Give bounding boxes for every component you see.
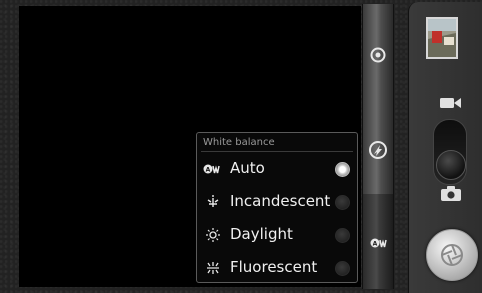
wb-option-daylight[interactable]: Daylight bbox=[197, 220, 357, 250]
shutter-button[interactable] bbox=[426, 229, 478, 281]
flash-mode-button[interactable] bbox=[368, 140, 388, 160]
wb-radio[interactable] bbox=[335, 228, 350, 243]
wb-option-label: Daylight bbox=[230, 225, 293, 243]
incandescent-icon bbox=[203, 195, 223, 209]
fluorescent-icon bbox=[203, 261, 223, 275]
wb-option-fluorescent[interactable]: Fluorescent bbox=[197, 253, 357, 283]
wb-radio[interactable] bbox=[335, 195, 350, 210]
auto-wb-icon: A bbox=[203, 162, 223, 176]
daylight-icon bbox=[203, 228, 223, 242]
popup-title: White balance bbox=[203, 137, 275, 148]
shutter-icon bbox=[441, 244, 463, 266]
settings-knob-button[interactable] bbox=[368, 45, 388, 65]
last-photo-thumbnail[interactable] bbox=[426, 17, 458, 59]
wb-option-auto[interactable]: A Auto bbox=[197, 154, 357, 184]
video-camera-icon[interactable] bbox=[440, 96, 462, 110]
white-balance-popup: White balance A Auto Incandescent Daylig… bbox=[196, 132, 358, 283]
wb-radio[interactable] bbox=[335, 261, 350, 276]
settings-strip: A bbox=[362, 4, 394, 289]
white-balance-icon: A bbox=[370, 238, 387, 248]
settings-knob-icon bbox=[370, 47, 386, 63]
popup-divider bbox=[201, 151, 353, 152]
still-camera-icon[interactable] bbox=[441, 186, 461, 201]
thumbnail-image bbox=[428, 19, 456, 57]
svg-text:A: A bbox=[206, 167, 211, 174]
white-balance-button[interactable]: A bbox=[369, 236, 391, 250]
wb-option-incandescent[interactable]: Incandescent bbox=[197, 187, 357, 217]
settings-strip-highlight bbox=[363, 4, 393, 194]
flash-mode-icon bbox=[369, 141, 387, 159]
wb-option-label: Fluorescent bbox=[230, 258, 318, 276]
wb-radio-selected[interactable] bbox=[335, 162, 350, 177]
camera-app: A White balance A Auto Incandescent Dayl… bbox=[0, 0, 482, 293]
wb-option-label: Auto bbox=[230, 159, 265, 177]
mode-switch-knob[interactable] bbox=[436, 150, 466, 180]
svg-text:A: A bbox=[373, 241, 378, 248]
wb-option-label: Incandescent bbox=[230, 192, 331, 210]
